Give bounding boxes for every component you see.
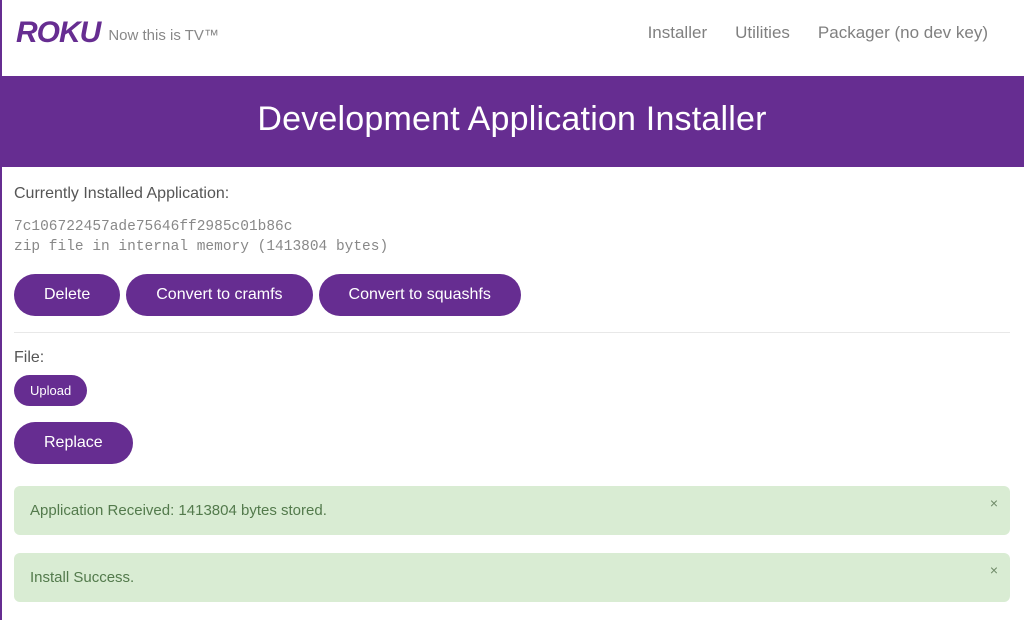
alert-success: Install Success. × bbox=[14, 553, 1010, 602]
page-title: Development Application Installer bbox=[257, 100, 766, 138]
file-label: File: bbox=[14, 349, 1010, 367]
installed-actions: Delete Convert to cramfs Convert to squa… bbox=[14, 274, 1010, 316]
file-section: File: Upload bbox=[14, 349, 1010, 406]
page-title-banner: Development Application Installer bbox=[0, 76, 1024, 167]
brand: Roku Now this is TV™ bbox=[16, 18, 219, 48]
nav-link-packager[interactable]: Packager (no dev key) bbox=[818, 23, 988, 43]
main-content: Currently Installed Application: 7c10672… bbox=[0, 167, 1024, 602]
delete-button[interactable]: Delete bbox=[14, 274, 120, 316]
convert-squashfs-button[interactable]: Convert to squashfs bbox=[319, 274, 521, 316]
convert-cramfs-button[interactable]: Convert to cramfs bbox=[126, 274, 312, 316]
alert-success-text: Install Success. bbox=[30, 569, 134, 586]
alert-received: Application Received: 1413804 bytes stor… bbox=[14, 486, 1010, 535]
upload-button[interactable]: Upload bbox=[14, 375, 87, 406]
replace-section: Replace bbox=[14, 422, 1010, 464]
nav-link-installer[interactable]: Installer bbox=[648, 23, 708, 43]
installed-hash: 7c106722457ade75646ff2985c01b86c bbox=[14, 219, 292, 235]
installed-details: 7c106722457ade75646ff2985c01b86c zip fil… bbox=[14, 217, 1010, 258]
close-icon[interactable]: × bbox=[990, 563, 998, 577]
top-nav: Installer Utilities Packager (no dev key… bbox=[648, 23, 988, 43]
installed-heading: Currently Installed Application: bbox=[14, 185, 1010, 203]
nav-link-utilities[interactable]: Utilities bbox=[735, 23, 790, 43]
installed-detail-line: zip file in internal memory (1413804 byt… bbox=[14, 239, 388, 255]
header: Roku Now this is TV™ Installer Utilities… bbox=[0, 0, 1024, 76]
close-icon[interactable]: × bbox=[990, 496, 998, 510]
alert-received-text: Application Received: 1413804 bytes stor… bbox=[30, 502, 327, 519]
brand-logo: Roku bbox=[16, 18, 100, 48]
brand-tagline: Now this is TV™ bbox=[108, 27, 219, 44]
divider bbox=[14, 332, 1010, 333]
accent-stripe bbox=[0, 0, 2, 620]
replace-button[interactable]: Replace bbox=[14, 422, 133, 464]
